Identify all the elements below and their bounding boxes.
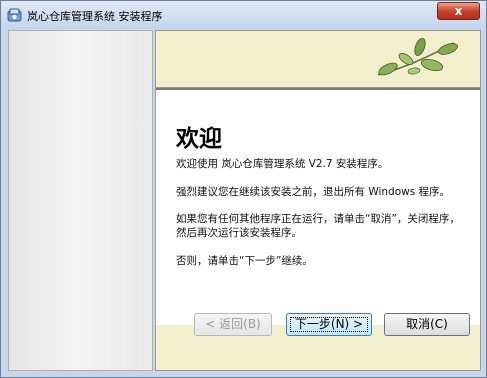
side-panel xyxy=(8,30,153,371)
leaf-branch-icon xyxy=(377,38,458,76)
cancel-button[interactable]: 取消(C) xyxy=(384,313,470,336)
continue-instruction-text: 否则，请单击“下一步”继续。 xyxy=(176,255,313,267)
header-banner xyxy=(156,31,480,88)
next-button[interactable]: 下一步(N) > xyxy=(286,313,372,336)
welcome-panel: 欢迎 欢迎使用 岚心仓库管理系统 V2.7 安装程序。 强烈建议您在继续该安装之… xyxy=(156,88,480,325)
back-button[interactable]: < 返回(B) xyxy=(194,313,272,336)
intro-text: 欢迎使用 岚心仓库管理系统 V2.7 安装程序。 xyxy=(176,158,389,170)
installer-window: 岚心仓库管理系统 安装程序 x 欢迎 欢迎使用 岚心仓库管理系统 V2.7 安装… xyxy=(0,0,487,378)
installer-icon xyxy=(7,8,22,22)
window-title: 岚心仓库管理系统 安装程序 xyxy=(27,10,163,23)
title-bar[interactable]: 岚心仓库管理系统 安装程序 x xyxy=(1,1,486,29)
close-button[interactable]: x xyxy=(437,2,480,20)
focus-rectangle xyxy=(290,317,368,332)
cancel-instruction-text: 如果您有任何其他程序正在运行，请单击“取消”，关闭程序，然后再次运行该安装程序。 xyxy=(176,213,460,239)
advice-text: 强烈建议您在继续该安装之前，退出所有 Windows 程序。 xyxy=(176,186,451,198)
page-title: 欢迎 xyxy=(176,125,222,152)
